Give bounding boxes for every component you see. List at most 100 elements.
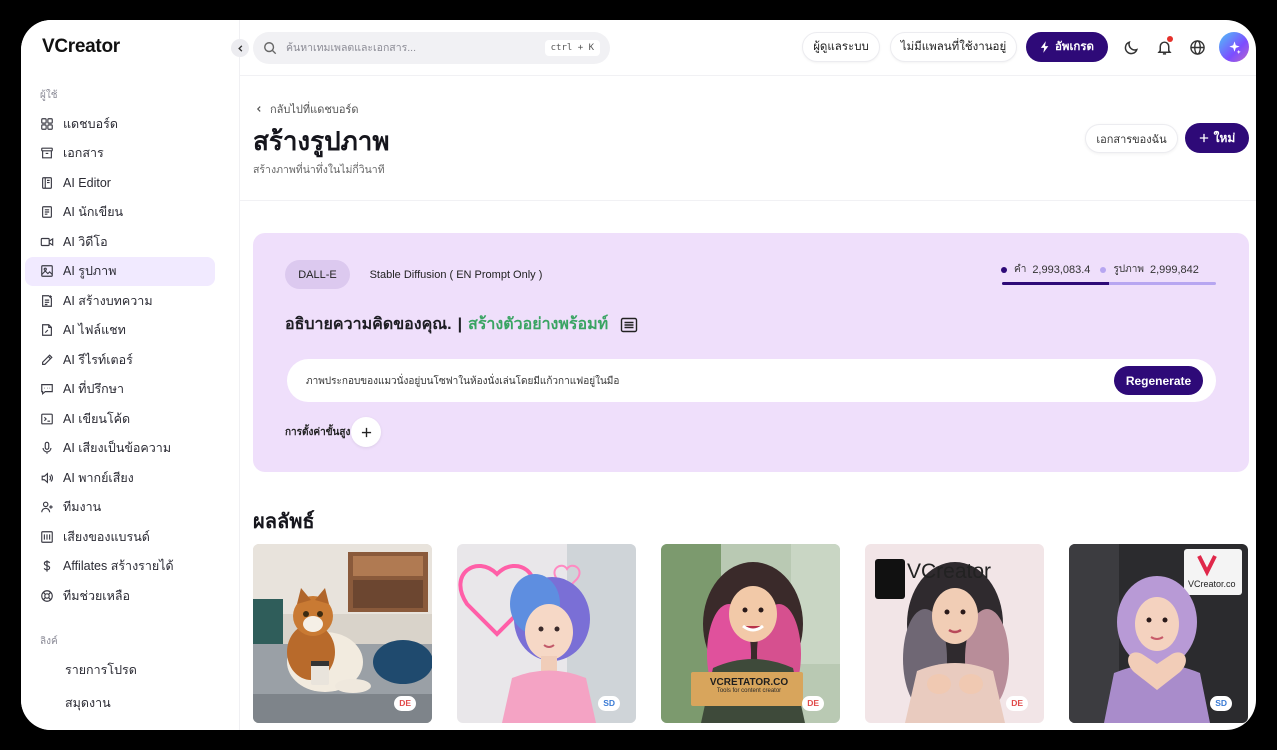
- sidebar-item-support[interactable]: ทีมช่วยเหลือ: [25, 581, 215, 611]
- image-generator-panel: DALL-E Stable Diffusion ( EN Prompt Only…: [253, 233, 1249, 472]
- advanced-settings-label: การตั้งค่าขั้นสูง: [285, 427, 351, 438]
- sidebar-item-dashboard[interactable]: แดชบอร์ด: [25, 109, 215, 139]
- advanced-settings-button[interactable]: [351, 417, 381, 447]
- user-plus-icon: [40, 500, 54, 514]
- result-image-cat[interactable]: DE: [253, 544, 432, 723]
- device-frame: VCreator ผู้ใช้ แดชบอร์ด เอกสาร AI Edito…: [0, 0, 1277, 750]
- result-image-neon[interactable]: SD: [457, 544, 636, 723]
- words-credit-value: 2,993,083.4: [1032, 263, 1091, 276]
- microphone-icon: [40, 441, 54, 455]
- sidebar-item-ai-video[interactable]: AI วิดีโอ: [25, 227, 215, 257]
- sidebar-item-team[interactable]: ทีมงาน: [25, 493, 215, 523]
- search-bar[interactable]: ctrl + K: [253, 32, 610, 64]
- tab-dall-e[interactable]: DALL-E: [285, 260, 350, 289]
- sidebar-link-workbook[interactable]: สมุดงาน: [65, 694, 137, 727]
- language-button[interactable]: [1187, 37, 1207, 57]
- sign-title: VCRETATOR.CO: [709, 677, 789, 688]
- sign-text: VCreator.co: [1188, 579, 1236, 589]
- sidebar-section-user: ผู้ใช้: [40, 90, 58, 101]
- prompt-title: อธิบายความคิดของคุณ.: [285, 316, 452, 333]
- sidebar-item-ai-image[interactable]: AI รูปภาพ: [25, 256, 215, 286]
- app-logo[interactable]: VCreator: [42, 36, 120, 58]
- image-badge: DE: [1006, 696, 1028, 711]
- sidebar-item-ai-article[interactable]: AI สร้างบทความ: [25, 286, 215, 316]
- credit-progress-bar: [1002, 282, 1216, 285]
- moon-icon: [1124, 40, 1138, 54]
- lifebuoy-icon: [40, 589, 54, 603]
- regenerate-button[interactable]: Regenerate: [1114, 366, 1203, 395]
- search-shortcut: ctrl + K: [544, 40, 600, 56]
- prompt-separator: |: [457, 315, 463, 333]
- sidebar-item-ai-writer[interactable]: AI นักเขียน: [25, 198, 215, 228]
- wall-text: VCreator: [907, 560, 992, 583]
- sidebar: VCreator ผู้ใช้ แดชบอร์ด เอกสาร AI Edito…: [21, 20, 240, 730]
- sign-overlay: VCRETATOR.CO Tools for content creator: [695, 677, 803, 694]
- sidebar-item-documents[interactable]: เอกสาร: [25, 139, 215, 169]
- sidebar-item-label: AI เขียนโค้ด: [63, 411, 131, 426]
- pen-icon: [40, 353, 54, 367]
- sidebar-item-label: AI สร้างบทความ: [63, 293, 153, 308]
- words-credit-label: คำ: [1014, 264, 1027, 275]
- sidebar-item-label: AI ไฟล์แชท: [63, 323, 126, 338]
- my-documents-button[interactable]: เอกสารของฉัน: [1085, 124, 1178, 153]
- sidebar-item-label: เอกสาร: [63, 146, 104, 161]
- sidebar-item-ai-rewriter[interactable]: AI รีไรท์เตอร์: [25, 345, 215, 375]
- notifications-button[interactable]: [1154, 36, 1174, 57]
- brand-icon: [40, 530, 54, 544]
- admin-button[interactable]: ผู้ดูแลระบบ: [802, 32, 880, 62]
- sidebar-item-ai-advisor[interactable]: AI ที่ปรึกษา: [25, 375, 215, 405]
- archive-icon: [40, 146, 54, 160]
- upgrade-button[interactable]: อัพเกรด: [1026, 32, 1108, 62]
- lightning-icon: [1040, 41, 1049, 53]
- sidebar-item-label: AI ที่ปรึกษา: [63, 382, 124, 397]
- results-title: ผลลัพธ์: [253, 511, 315, 533]
- chevron-left-icon: [256, 106, 261, 112]
- user-avatar[interactable]: [1219, 32, 1249, 62]
- globe-icon: [1189, 39, 1205, 55]
- plan-button[interactable]: ไม่มีแพลนที่ใช้งานอยู่: [890, 32, 1017, 62]
- result-image-heart[interactable]: VCreator.co SD: [1069, 544, 1248, 723]
- sidebar-links: รายการโปรด สมุดงาน: [65, 661, 137, 727]
- dark-mode-toggle[interactable]: [1121, 37, 1141, 57]
- list-icon[interactable]: [620, 317, 638, 333]
- image-icon: [40, 264, 54, 278]
- sidebar-item-label: Affilates สร้างรายได้: [63, 559, 174, 574]
- prompt-input[interactable]: ภาพประกอบของแมวนั่งอยู่บนโซฟาในห้องนั่งเ…: [306, 374, 619, 389]
- header-divider: [240, 200, 1256, 201]
- sidebar-item-label: แดชบอร์ด: [63, 116, 118, 131]
- sidebar-item-label: AI วิดีโอ: [63, 234, 108, 249]
- back-to-dashboard-link[interactable]: กลับไปที่แดชบอร์ด: [270, 100, 359, 118]
- breadcrumb[interactable]: กลับไปที่แดชบอร์ด: [255, 100, 359, 118]
- images-credit-value: 2,999,842: [1149, 263, 1199, 276]
- new-button[interactable]: ใหม่: [1185, 123, 1249, 153]
- search-icon: [264, 42, 277, 55]
- sidebar-item-label: เสียงของแบรนด์: [63, 529, 150, 544]
- page-title: สร้างรูปภาพ: [253, 126, 390, 156]
- sidebar-item-ai-code[interactable]: AI เขียนโค้ด: [25, 404, 215, 434]
- book-icon: [40, 176, 54, 190]
- result-image-wall[interactable]: VCreator DE: [865, 544, 1044, 723]
- app-window: VCreator ผู้ใช้ แดชบอร์ด เอกสาร AI Edito…: [21, 20, 1256, 730]
- plus-icon: [1199, 133, 1208, 143]
- sidebar-item-ai-editor[interactable]: AI Editor: [25, 168, 215, 198]
- notification-dot: [1167, 36, 1173, 42]
- sign-subtitle: Tools for content creator: [716, 688, 782, 694]
- sidebar-item-affiliates[interactable]: Affilates สร้างรายได้: [25, 552, 215, 582]
- collapse-sidebar-button[interactable]: [231, 39, 249, 57]
- terminal-icon: [40, 412, 54, 426]
- search-input[interactable]: [286, 42, 536, 54]
- sidebar-item-ai-file-chat[interactable]: AI ไฟล์แชท: [25, 316, 215, 346]
- sidebar-link-favorites[interactable]: รายการโปรด: [65, 661, 137, 694]
- sidebar-item-label: AI พากย์เสียง: [63, 470, 134, 485]
- prompt-input-box[interactable]: ภาพประกอบของแมวนั่งอยู่บนโซฟาในห้องนั่งเ…: [287, 359, 1216, 402]
- image-badge: SD: [1210, 696, 1232, 711]
- sidebar-item-ai-voiceover[interactable]: AI พากย์เสียง: [25, 463, 215, 493]
- result-image-sign[interactable]: VCRETATOR.CO Tools for content creator D…: [661, 544, 840, 723]
- generate-example-link[interactable]: สร้างตัวอย่างพร้อมท์: [468, 312, 608, 337]
- sidebar-item-label: AI Editor: [63, 175, 111, 190]
- tab-stable-diffusion[interactable]: Stable Diffusion ( EN Prompt Only ): [363, 260, 549, 289]
- upgrade-label: อัพเกรด: [1054, 41, 1095, 53]
- sidebar-item-label: AI รูปภาพ: [63, 264, 117, 279]
- sidebar-item-ai-speech-to-text[interactable]: AI เสียงเป็นข้อความ: [25, 434, 215, 464]
- sidebar-item-brand-voice[interactable]: เสียงของแบรนด์: [25, 522, 215, 552]
